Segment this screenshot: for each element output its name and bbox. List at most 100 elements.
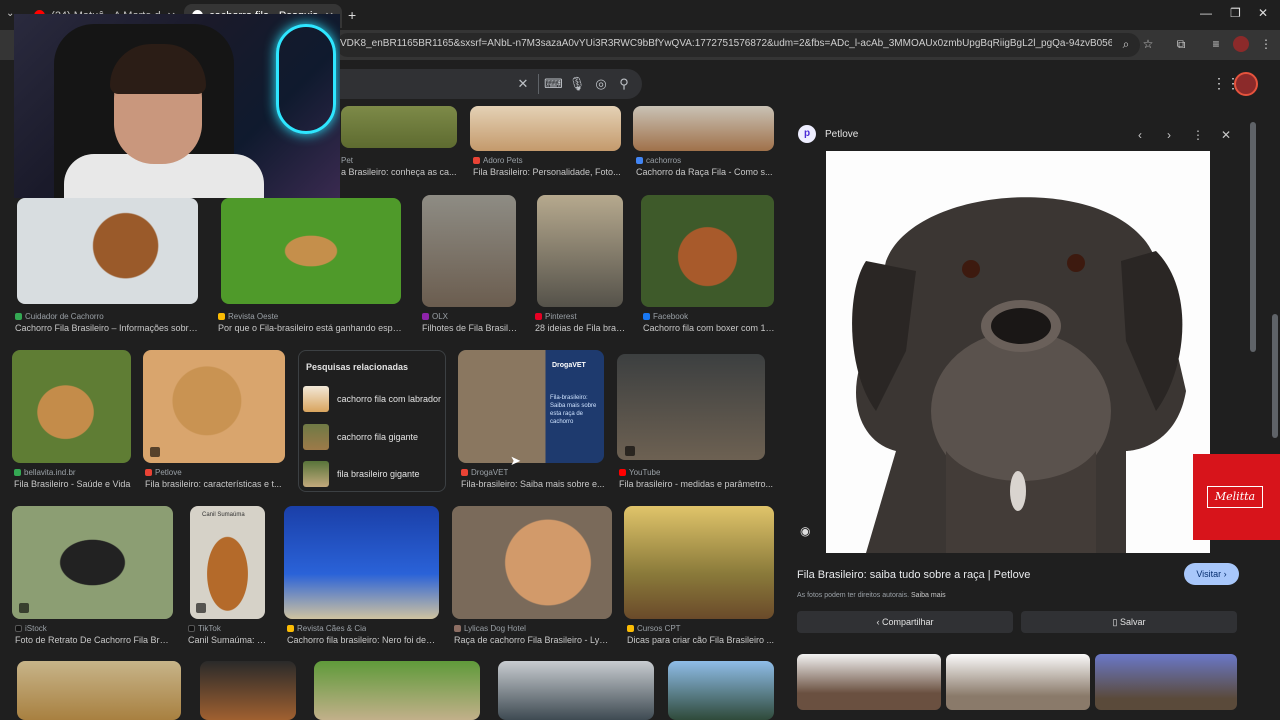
keyboard-icon[interactable]: ⌨ <box>544 75 563 93</box>
image-result[interactable] <box>143 350 285 463</box>
zoom-icon[interactable]: ⌕ <box>1118 36 1134 52</box>
image-result[interactable] <box>641 195 774 307</box>
bookmark-star-icon[interactable]: ☆ <box>1140 36 1156 52</box>
source-favicon <box>535 313 542 320</box>
result-caption[interactable]: Fila Brasileiro: Personalidade, Foto... <box>473 167 621 177</box>
image-result[interactable] <box>200 661 296 720</box>
related-image[interactable] <box>797 654 941 710</box>
result-source: Pet <box>341 156 354 165</box>
result-caption[interactable]: Cachorro da Raça Fila - Como s... <box>636 167 774 177</box>
image-result[interactable] <box>422 195 516 307</box>
microphone-icon[interactable]: 🎙 <box>568 75 586 93</box>
panel-scrollbar[interactable] <box>1250 122 1256 352</box>
visit-button[interactable]: Visitar › <box>1184 563 1239 585</box>
previous-icon[interactable]: ‹ <box>1133 128 1147 142</box>
image-result[interactable] <box>617 354 765 460</box>
result-caption[interactable]: Cachorro fila brasileiro: Nero foi dest.… <box>287 635 439 645</box>
divider <box>538 74 539 94</box>
menu-kebab-icon[interactable]: ⋮ <box>1258 36 1274 52</box>
video-badge-icon <box>150 447 160 457</box>
image-result[interactable] <box>633 106 774 151</box>
profile-avatar[interactable] <box>1233 36 1249 52</box>
result-caption[interactable]: a Brasileiro: conheça as ca... <box>341 167 459 177</box>
result-caption[interactable]: Fila brasileiro - medidas e parâmetro... <box>619 479 774 489</box>
result-caption[interactable]: Cachorro Fila Brasileiro – Informações s… <box>15 323 200 333</box>
source-favicon <box>619 469 626 476</box>
result-caption[interactable]: Raça de cachorro Fila Brasileiro - Lyli.… <box>454 635 609 645</box>
share-button[interactable]: ‹ Compartilhar <box>797 611 1013 633</box>
image-result[interactable] <box>341 106 457 148</box>
result-caption[interactable]: Por que o Fila-brasileiro está ganhando … <box>218 323 403 333</box>
drogavet-text: Fila-brasileiro: Saiba mais sobre esta r… <box>550 395 597 425</box>
image-result[interactable] <box>17 661 181 720</box>
melitta-ad[interactable]: Melitta <box>1193 454 1280 540</box>
lens-search-icon[interactable]: ◉ <box>800 524 816 540</box>
media-icon[interactable]: ≡ <box>1208 36 1224 52</box>
related-search-item[interactable]: cachorro fila com labrador <box>303 383 443 415</box>
page-scrollbar[interactable] <box>1272 314 1278 438</box>
extensions-icon[interactable]: ⧉ <box>1173 36 1189 52</box>
result-source: YouTube <box>619 468 660 477</box>
image-result[interactable] <box>17 198 198 304</box>
image-result[interactable] <box>452 506 612 619</box>
image-result[interactable] <box>314 661 480 720</box>
image-result[interactable]: DrogaVET Fila-brasileiro: Saiba mais sob… <box>458 350 604 463</box>
result-caption[interactable]: Fila Brasileiro - Saúde e Vida <box>14 479 134 489</box>
lens-icon[interactable]: ◎ <box>592 75 610 93</box>
dog-illustration <box>852 197 1186 553</box>
play-badge-icon <box>625 446 635 456</box>
result-caption[interactable]: Foto de Retrato De Cachorro Fila Bra... <box>15 635 170 645</box>
image-result[interactable] <box>221 198 401 304</box>
close-panel-icon[interactable]: ✕ <box>1219 128 1233 142</box>
learn-more-link[interactable]: Saiba mais <box>911 592 946 599</box>
source-favicon <box>643 313 650 320</box>
source-favicon <box>15 313 22 320</box>
related-search-item[interactable]: cachorro fila gigante <box>303 421 443 453</box>
more-options-icon[interactable]: ⋮ <box>1191 128 1205 142</box>
image-result[interactable] <box>668 661 774 720</box>
account-avatar[interactable] <box>1234 72 1258 96</box>
result-source: OLX <box>422 312 448 321</box>
result-caption[interactable]: Dicas para criar cão Fila Brasileiro ... <box>627 635 775 645</box>
result-caption[interactable]: Filhotes de Fila Brasile... <box>422 323 518 333</box>
result-source: Revista Oeste <box>218 312 278 321</box>
preview-image[interactable] <box>826 151 1210 553</box>
result-source: Adoro Pets <box>473 156 523 165</box>
result-caption[interactable]: Cachorro fila com boxer com 1 ... <box>643 323 775 333</box>
image-result[interactable] <box>284 506 439 619</box>
image-result[interactable] <box>537 195 623 307</box>
tile-label: Canil Sumaúma <box>202 512 245 518</box>
new-tab-plus-icon[interactable]: + <box>348 7 356 23</box>
related-image[interactable] <box>946 654 1090 710</box>
drogavet-logo: DrogaVET <box>552 362 586 369</box>
result-caption[interactable]: Fila-brasileiro: Saiba mais sobre e... <box>461 479 606 489</box>
result-caption[interactable]: Fila brasileiro: características e t... <box>145 479 285 489</box>
webcam-overlay <box>14 14 340 198</box>
save-button[interactable]: ▯ Salvar <box>1021 611 1237 633</box>
panel-source-name[interactable]: Petlove <box>825 129 858 140</box>
result-caption[interactable]: 28 ideias de Fila bras... <box>535 323 627 333</box>
source-favicon <box>145 469 152 476</box>
source-favicon <box>14 469 21 476</box>
image-result[interactable] <box>12 506 173 619</box>
clear-icon[interactable]: ✕ <box>514 75 532 93</box>
next-icon[interactable]: › <box>1162 128 1176 142</box>
source-favicon <box>473 157 480 164</box>
related-search-item[interactable]: fila brasileiro gigante <box>303 458 443 490</box>
result-source: iStock <box>15 624 47 633</box>
image-result[interactable] <box>624 506 774 619</box>
image-result[interactable] <box>12 350 131 463</box>
search-icon[interactable]: ⚲ <box>615 75 633 93</box>
source-favicon <box>422 313 429 320</box>
minimize-icon[interactable]: — <box>1200 6 1212 20</box>
url-text[interactable]: VDK8_enBR1165BR1165&sxsrf=ANbL-n7M3sazaA… <box>340 38 1112 49</box>
source-favicon <box>218 313 225 320</box>
result-caption[interactable]: Canil Sumaúma: C... <box>188 635 270 645</box>
preview-title[interactable]: Fila Brasileiro: saiba tudo sobre a raça… <box>797 569 1030 581</box>
related-image[interactable] <box>1095 654 1237 710</box>
image-result[interactable] <box>470 106 621 151</box>
image-result[interactable] <box>498 661 654 720</box>
mouse-cursor-icon: ➤ <box>510 453 521 468</box>
restore-icon[interactable]: ❐ <box>1230 6 1241 20</box>
close-window-icon[interactable]: ✕ <box>1258 6 1268 20</box>
